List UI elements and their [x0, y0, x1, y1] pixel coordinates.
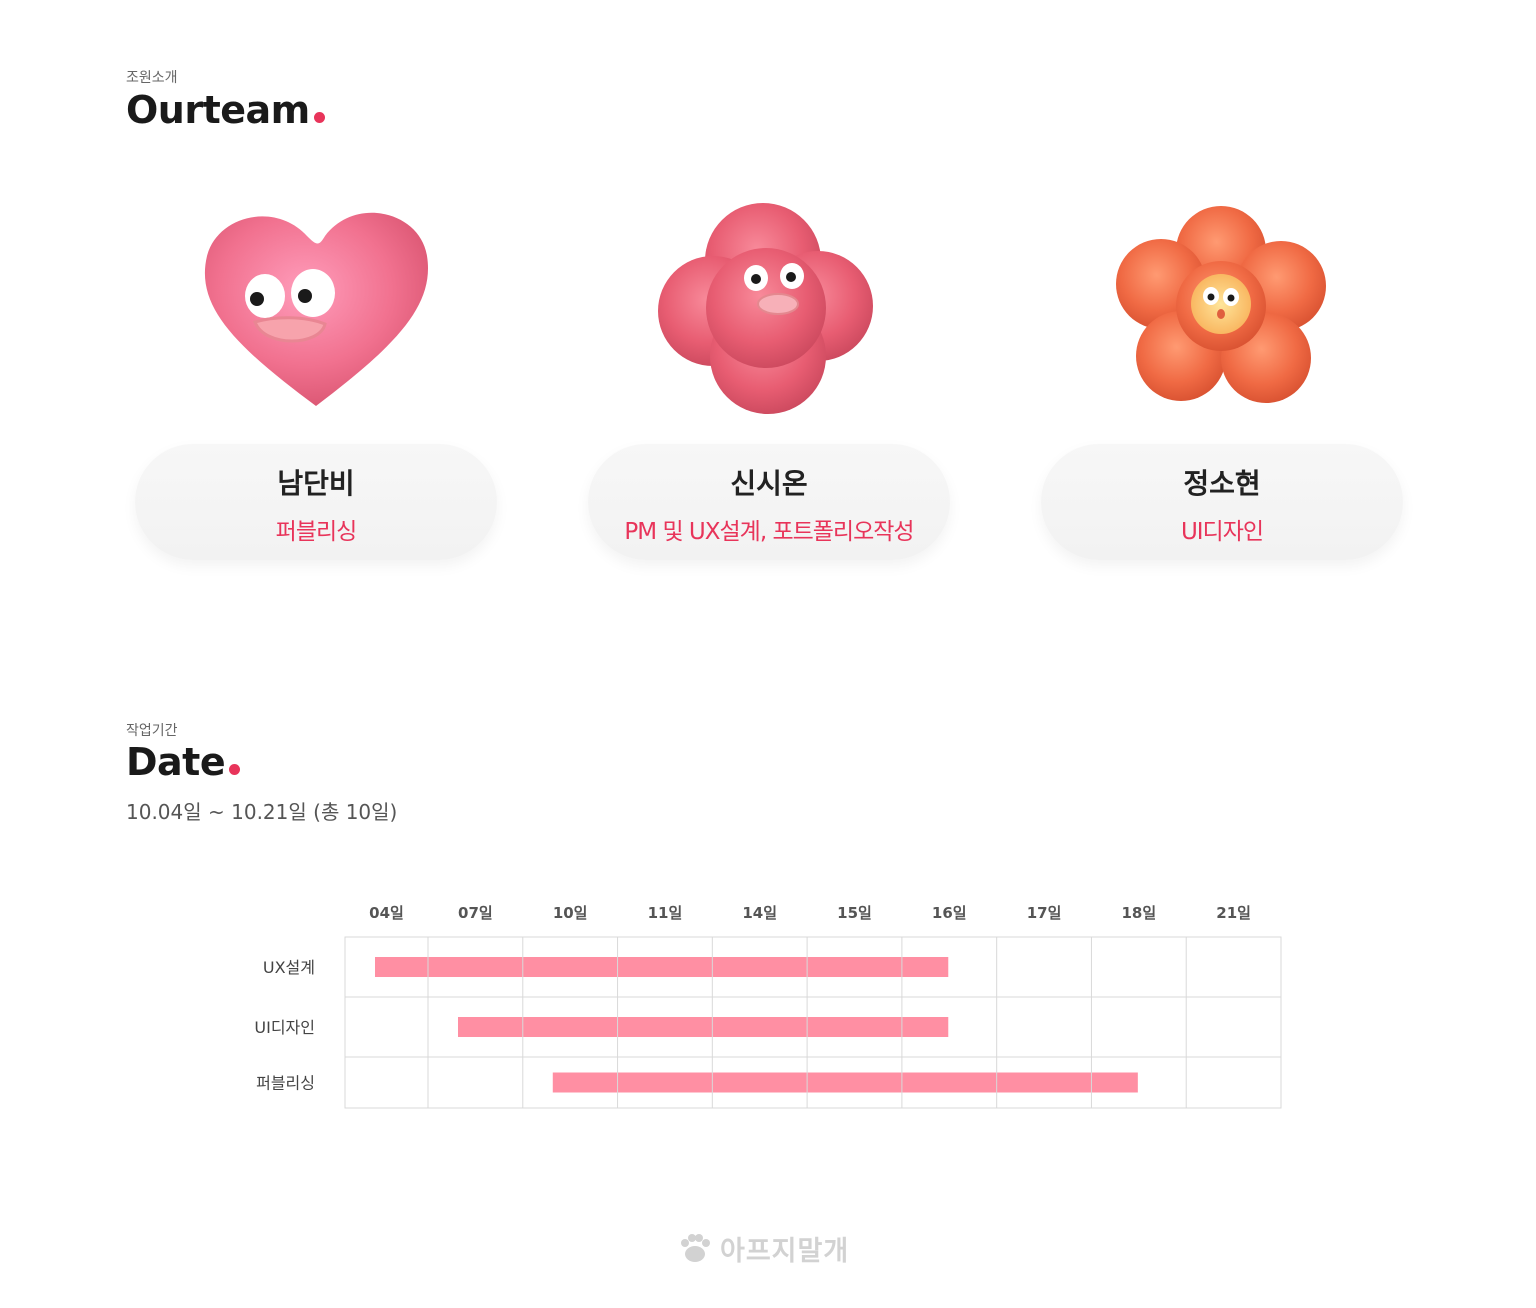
team-title-text: Ourteam	[126, 88, 310, 132]
date-eyebrow: 작업기간	[126, 723, 178, 739]
title-dot	[229, 764, 241, 775]
task-label: 퍼블리싱	[256, 1074, 315, 1093]
column-label: 10일	[553, 904, 588, 922]
member-card-1: 남단비 퍼블리싱	[135, 196, 497, 560]
member-name: 신시온	[730, 467, 808, 500]
footer-brand: 아프지말개	[678, 1228, 849, 1268]
column-label: 14일	[742, 904, 777, 922]
title-dot	[313, 112, 325, 123]
column-label: 07일	[458, 904, 493, 922]
member-card-3: 정소현 UI디자인	[1041, 196, 1403, 560]
flower-character-avatar	[1116, 206, 1326, 403]
member-name: 정소현	[1183, 467, 1261, 500]
task-bar	[375, 957, 949, 977]
column-label: 04일	[369, 904, 404, 922]
member-info-pill: 신시온 PM 및 UX설계, 포트폴리오작성	[588, 444, 950, 560]
schedule-gantt-chart: 04일 07일 10일 11일 14일 15일 16일 17일 18일 21일 UX설계 UI디자인퍼…	[254, 904, 1282, 1109]
date-title-text: Date	[126, 740, 226, 784]
task-label: UI디자인	[254, 1018, 315, 1037]
date-range: 10.04일 ~ 10.21일 (총 10일)	[126, 800, 398, 824]
footer-brand-name: 아프지말개	[720, 1235, 850, 1267]
column-label: 21일	[1216, 904, 1251, 922]
member-info-pill: 남단비 퍼블리싱	[135, 444, 497, 560]
blob-character-avatar	[658, 203, 873, 414]
member-name: 남단비	[277, 467, 355, 500]
column-label: 18일	[1121, 904, 1156, 922]
team-title: Ourteam	[126, 88, 325, 132]
member-role: UI디자인	[1180, 519, 1264, 545]
task-bar	[458, 1017, 949, 1037]
column-label: 17일	[1027, 904, 1062, 922]
date-title: Date	[126, 740, 241, 784]
task-bar	[552, 1072, 1138, 1093]
column-label: 11일	[648, 904, 683, 922]
team-eyebrow: 조원소개	[126, 70, 178, 86]
heart-character-avatar	[204, 212, 429, 406]
member-info-pill: 정소현 UI디자인	[1041, 444, 1403, 560]
paw-icon	[681, 1234, 710, 1262]
member-role: 퍼블리싱	[275, 519, 358, 545]
member-role: PM 및 UX설계, 포트폴리오작성	[624, 519, 914, 545]
column-label: 15일	[837, 904, 872, 922]
column-label: 16일	[932, 904, 967, 922]
member-card-2: 신시온 PM 및 UX설계, 포트폴리오작성	[588, 196, 950, 560]
task-label: UX설계	[263, 958, 315, 977]
